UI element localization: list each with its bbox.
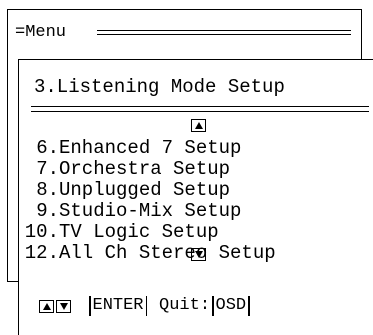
down-arrow-key-icon (56, 299, 71, 313)
menu-item-number: 6. (36, 137, 59, 159)
menu-item-number: 8. (36, 179, 59, 201)
panel-title-rule (31, 106, 369, 112)
quit-label: Quit: (159, 296, 211, 315)
menu-item-number: 12. (24, 242, 59, 264)
menu-item-label: Orchestra Setup (59, 158, 231, 180)
menu-item-orchestra-setup[interactable]: 7.Orchestra Setup (19, 159, 276, 180)
menu-title-rule (97, 30, 351, 35)
osd-key-label: OSD (215, 296, 247, 315)
menu-item-label: Enhanced 7 Setup (59, 137, 242, 159)
menu-item-label: Studio-Mix Setup (59, 200, 242, 222)
menu-item-unplugged-setup[interactable]: 8.Unplugged Setup (19, 180, 276, 201)
menu-item-number: 9. (36, 200, 59, 222)
menu-item-number: 10. (24, 221, 59, 243)
menu-item-studio-mix-setup[interactable]: 9.Studio-Mix Setup (19, 201, 276, 222)
menu-item-all-ch-stereo-setup[interactable]: 12.All Ch Stereo Setup (19, 243, 276, 264)
up-arrow-key-icon (39, 299, 54, 313)
key-help-footer: ENTER Quit: OSD (39, 296, 252, 316)
scroll-up-icon[interactable] (191, 119, 206, 132)
footer-divider (145, 296, 148, 316)
menu-item-label: All Ch Stereo Setup (59, 242, 276, 264)
footer-divider (89, 296, 91, 316)
scroll-down-icon[interactable] (191, 248, 206, 261)
menu-item-label: Unplugged Setup (59, 179, 231, 201)
listening-mode-setup-panel: 3.Listening Mode Setup 6.Enhanced 7 Setu… (18, 59, 373, 335)
menu-item-number: 7. (36, 158, 59, 180)
setup-menu-list: 6.Enhanced 7 Setup 7.Orchestra Setup 8.U… (19, 138, 276, 264)
menu-item-label: TV Logic Setup (59, 221, 219, 243)
footer-divider (248, 296, 250, 316)
menu-title: =Menu (15, 23, 67, 42)
panel-title: 3.Listening Mode Setup (34, 76, 285, 98)
enter-key-label: ENTER (92, 296, 144, 315)
menu-item-tv-logic-setup[interactable]: 10.TV Logic Setup (19, 222, 276, 243)
footer-divider (212, 296, 214, 316)
menu-item-enhanced-7-setup[interactable]: 6.Enhanced 7 Setup (19, 138, 276, 159)
